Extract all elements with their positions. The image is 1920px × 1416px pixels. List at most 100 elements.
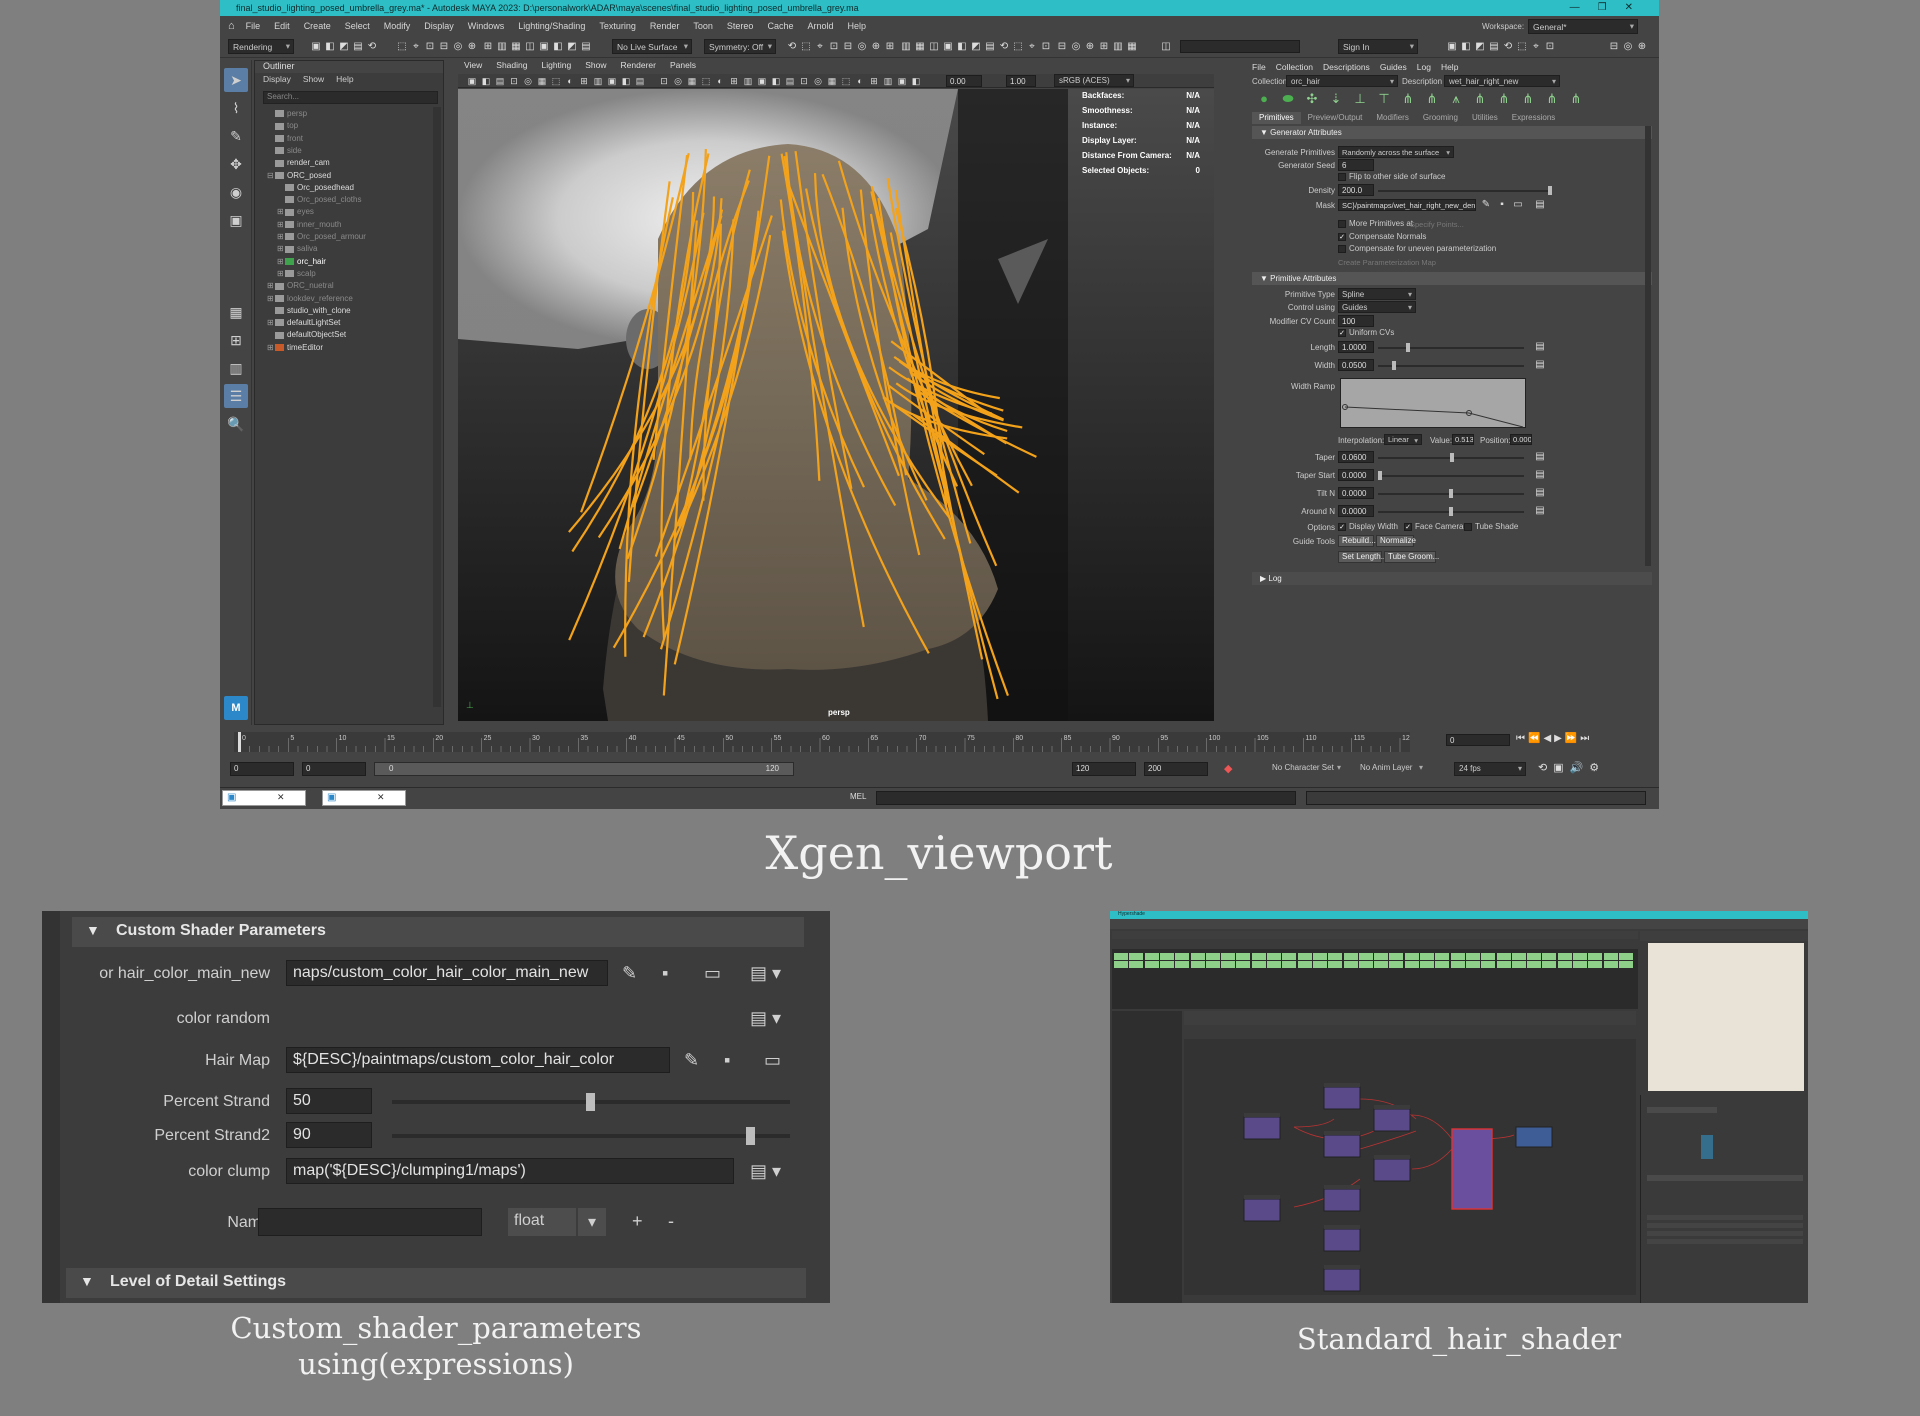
status-tool-icon[interactable]: ◧ [552,41,564,53]
material-swatch[interactable] [1527,953,1542,960]
shader-node[interactable] [1323,1086,1361,1110]
xgen-tab-grooming[interactable]: Grooming [1416,112,1465,124]
character-set-dropdown[interactable]: No Character Set [1268,762,1344,776]
outliner-item[interactable]: ⊞ ORC_nuetral [267,281,334,290]
status-tool-icon[interactable]: ◩ [970,41,982,53]
viewport-tool-icon[interactable]: ◧ [770,75,782,87]
expand-toggle-icon[interactable]: ⊞ [267,294,275,303]
viewport-tool-icon[interactable]: ⬚ [700,75,712,87]
viewport-menu-renderer[interactable]: Renderer [621,60,656,73]
xgen-menu-file[interactable]: File [1252,62,1266,72]
menu-display[interactable]: Display [417,21,461,31]
viewport-tool-icon[interactable]: ▤ [634,75,646,87]
playback-end-field[interactable]: 120 [1072,762,1136,776]
status-tool-icon[interactable]: ▣ [1446,41,1458,53]
status-tool-icon[interactable]: ◫ [1160,41,1172,53]
xgen-tool-icon[interactable]: ⋔ [1498,92,1510,105]
viewport-tool-icon[interactable]: ◐ [714,75,726,87]
outliner-menu-show[interactable]: Show [303,74,324,87]
menu-create[interactable]: Create [297,21,338,31]
xgen-tool-icon[interactable]: ⇣ [1330,92,1342,105]
outliner-item[interactable]: ⊞ lookdev_reference [267,294,353,303]
color-swatch[interactable] [1701,1135,1713,1159]
material-swatch[interactable] [1542,961,1557,968]
material-swatch[interactable] [1481,953,1496,960]
material-swatch[interactable] [1465,953,1480,960]
hair-map-paint-icon[interactable]: ✎ [684,1050,699,1070]
tilt-n-field[interactable]: 0.0000 [1338,487,1374,499]
symmetry-dropdown[interactable]: Symmetry: Off [704,39,776,54]
status-tool-icon[interactable]: ⌖ [410,41,422,53]
viewport-tool-icon[interactable]: ⊞ [728,75,740,87]
status-tool-icon[interactable]: ▤ [352,41,364,53]
outliner-item[interactable]: ⊟ ORC_posed [267,171,331,180]
outliner-scrollbar[interactable] [433,107,441,707]
xgen-tool-icon[interactable]: ✣ [1306,92,1318,105]
outliner-item[interactable]: ⊞ defaultLightSet [267,318,340,327]
lasso-tool-icon[interactable]: ⌇ [224,96,248,120]
expand-toggle-icon[interactable]: ⊞ [267,281,275,290]
width-expression-icon[interactable]: ▤ [1534,359,1546,371]
material-swatch[interactable] [1374,961,1389,968]
material-swatch[interactable] [1404,961,1419,968]
generator-attributes-header[interactable]: ▼ Generator Attributes [1252,126,1652,139]
outliner-item[interactable]: persp [267,109,307,118]
script-tab-2[interactable]: ▣ ✕ [322,790,406,806]
taper-expression-icon[interactable]: ▤ [1534,451,1546,463]
material-swatch[interactable] [1358,961,1373,968]
viewport-tool-icon[interactable]: ◎ [812,75,824,87]
material-swatch[interactable] [1221,961,1236,968]
status-tool-icon[interactable]: ⌖ [1026,41,1038,53]
status-tool-icon[interactable]: ◧ [956,41,968,53]
outliner-item[interactable]: ⊞ orc_hair [277,257,326,266]
viewport-tool-icon[interactable]: ⬚ [550,75,562,87]
scale-tool-icon[interactable]: ▣ [224,208,248,232]
material-swatch[interactable] [1527,961,1542,968]
around-n-expression-icon[interactable]: ▤ [1534,505,1546,517]
persp-outliner-layout-icon[interactable]: ▥ [224,356,248,380]
viewport-tool-icon[interactable]: ▦ [826,75,838,87]
expand-toggle-icon[interactable]: ⊞ [277,244,285,253]
viewport-tool-icon[interactable]: ⊡ [658,75,670,87]
material-swatch[interactable] [1435,953,1450,960]
viewport-tool-icon[interactable]: ⊞ [578,75,590,87]
section-shading-group[interactable] [1647,1175,1803,1181]
material-swatch[interactable] [1603,953,1618,960]
material-swatch[interactable] [1221,953,1236,960]
viewport-menu-shading[interactable]: Shading [496,60,527,73]
auto-key-icon[interactable]: ◆ [1224,762,1232,775]
menu-select[interactable]: Select [338,21,377,31]
ramp-position-field[interactable]: 0.000 [1510,434,1532,445]
mel-label[interactable]: MEL [850,792,866,801]
status-tool-icon[interactable]: ⬚ [1012,41,1024,53]
compensate-uneven-checkbox[interactable]: Compensate for uneven parameterization [1338,244,1496,253]
status-tool-icon[interactable]: ▤ [580,41,592,53]
playback-controls[interactable]: ⏮⏪◀▶⏩⏭ [1516,733,1592,744]
material-swatch[interactable] [1205,953,1220,960]
outliner-item[interactable]: front [267,134,303,143]
status-tool-icon[interactable]: ▦ [510,41,522,53]
custom-shader-header[interactable]: ▼ Custom Shader Parameters [72,917,804,947]
viewport-tool-icon[interactable]: ◐ [854,75,866,87]
material-swatch[interactable] [1420,961,1434,968]
status-tool-icon[interactable]: ⊡ [424,41,436,53]
viewport-tool-icon[interactable]: ▣ [756,75,768,87]
material-swatch[interactable] [1389,961,1404,968]
xgen-tool-icon[interactable]: ⋔ [1402,92,1414,105]
shader-node[interactable] [1323,1188,1361,1212]
flip-surface-checkbox[interactable]: Flip to other side of surface [1338,172,1446,181]
playback-start-field[interactable]: 0 [302,762,366,776]
viewport-menu-lighting[interactable]: Lighting [541,60,571,73]
material-swatch[interactable] [1511,961,1526,968]
menu-edit[interactable]: Edit [267,21,297,31]
property-name-field[interactable] [1647,1107,1717,1113]
viewport-tool-icon[interactable]: ▣ [466,75,478,87]
material-swatch[interactable] [1328,961,1343,968]
material-swatch[interactable] [1573,961,1587,968]
shader-node[interactable] [1323,1228,1361,1252]
uniform-cvs-checkbox[interactable]: ✓ Uniform CVs [1338,328,1394,337]
modifier-cv-field[interactable]: 100 [1338,315,1374,327]
aistandardhair-node[interactable] [1451,1128,1493,1210]
interpolation-dropdown[interactable]: Linear [1384,434,1422,445]
color-clump-expression-icon[interactable]: ▤ ▾ [750,1161,781,1181]
